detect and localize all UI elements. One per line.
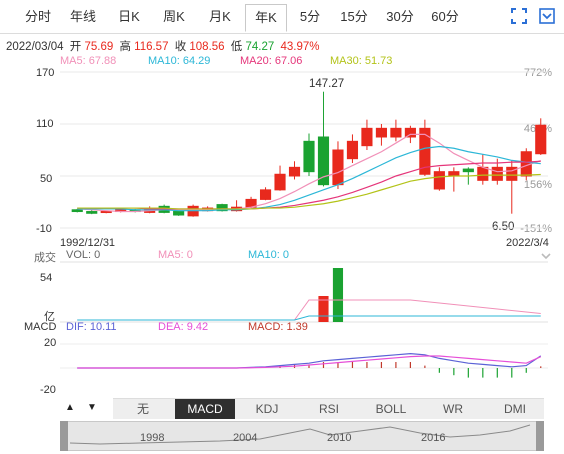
kline-chart[interactable] (0, 0, 564, 454)
indicator-tabs: 无 MACD KDJ RSI BOLL WR DMI (113, 398, 544, 419)
volume-ma5-line (77, 299, 541, 321)
nav-year-2: 2004 (233, 432, 258, 444)
candle-body (173, 211, 185, 216)
chart-grid (60, 71, 548, 369)
macd-series (77, 352, 542, 378)
candle-body (433, 171, 445, 190)
nav-year-3: 2010 (327, 432, 352, 444)
candle-body (100, 211, 112, 214)
candle-body (462, 168, 474, 173)
candle-body (71, 209, 83, 213)
candle-body (259, 189, 272, 200)
volume-ma10-line (77, 315, 541, 321)
candle-body (535, 124, 547, 155)
ma30-line (77, 173, 541, 210)
navigator-overview (60, 421, 544, 451)
candle-body (404, 127, 416, 138)
indicator-boll[interactable]: BOLL (361, 399, 421, 419)
candle-body (491, 166, 503, 181)
candle-body (332, 149, 344, 186)
candle-body (390, 127, 402, 138)
indicator-none[interactable]: 无 (113, 399, 173, 419)
scroll-up-button[interactable]: ▲ (62, 400, 78, 416)
candle-body (477, 166, 489, 181)
nav-year-1: 1998 (140, 432, 165, 444)
candle-body (375, 127, 387, 138)
volume-bar (332, 268, 344, 322)
candle-body (303, 140, 315, 173)
indicator-kdj[interactable]: KDJ (237, 399, 297, 419)
scroll-down-button[interactable]: ▼ (84, 400, 100, 416)
candle-series (71, 91, 547, 217)
indicator-macd[interactable]: MACD (175, 399, 235, 419)
candle-body (346, 140, 359, 160)
indicator-wr[interactable]: WR (423, 399, 483, 419)
indicator-rsi[interactable]: RSI (299, 399, 359, 419)
candle-body (448, 171, 460, 177)
candle-body (288, 166, 301, 177)
volume-bars (77, 268, 541, 322)
candle-body (86, 211, 98, 214)
candle-body (274, 173, 286, 191)
indicator-dmi[interactable]: DMI (485, 399, 545, 419)
candle-body (361, 127, 373, 147)
nav-year-4: 2016 (421, 432, 446, 444)
